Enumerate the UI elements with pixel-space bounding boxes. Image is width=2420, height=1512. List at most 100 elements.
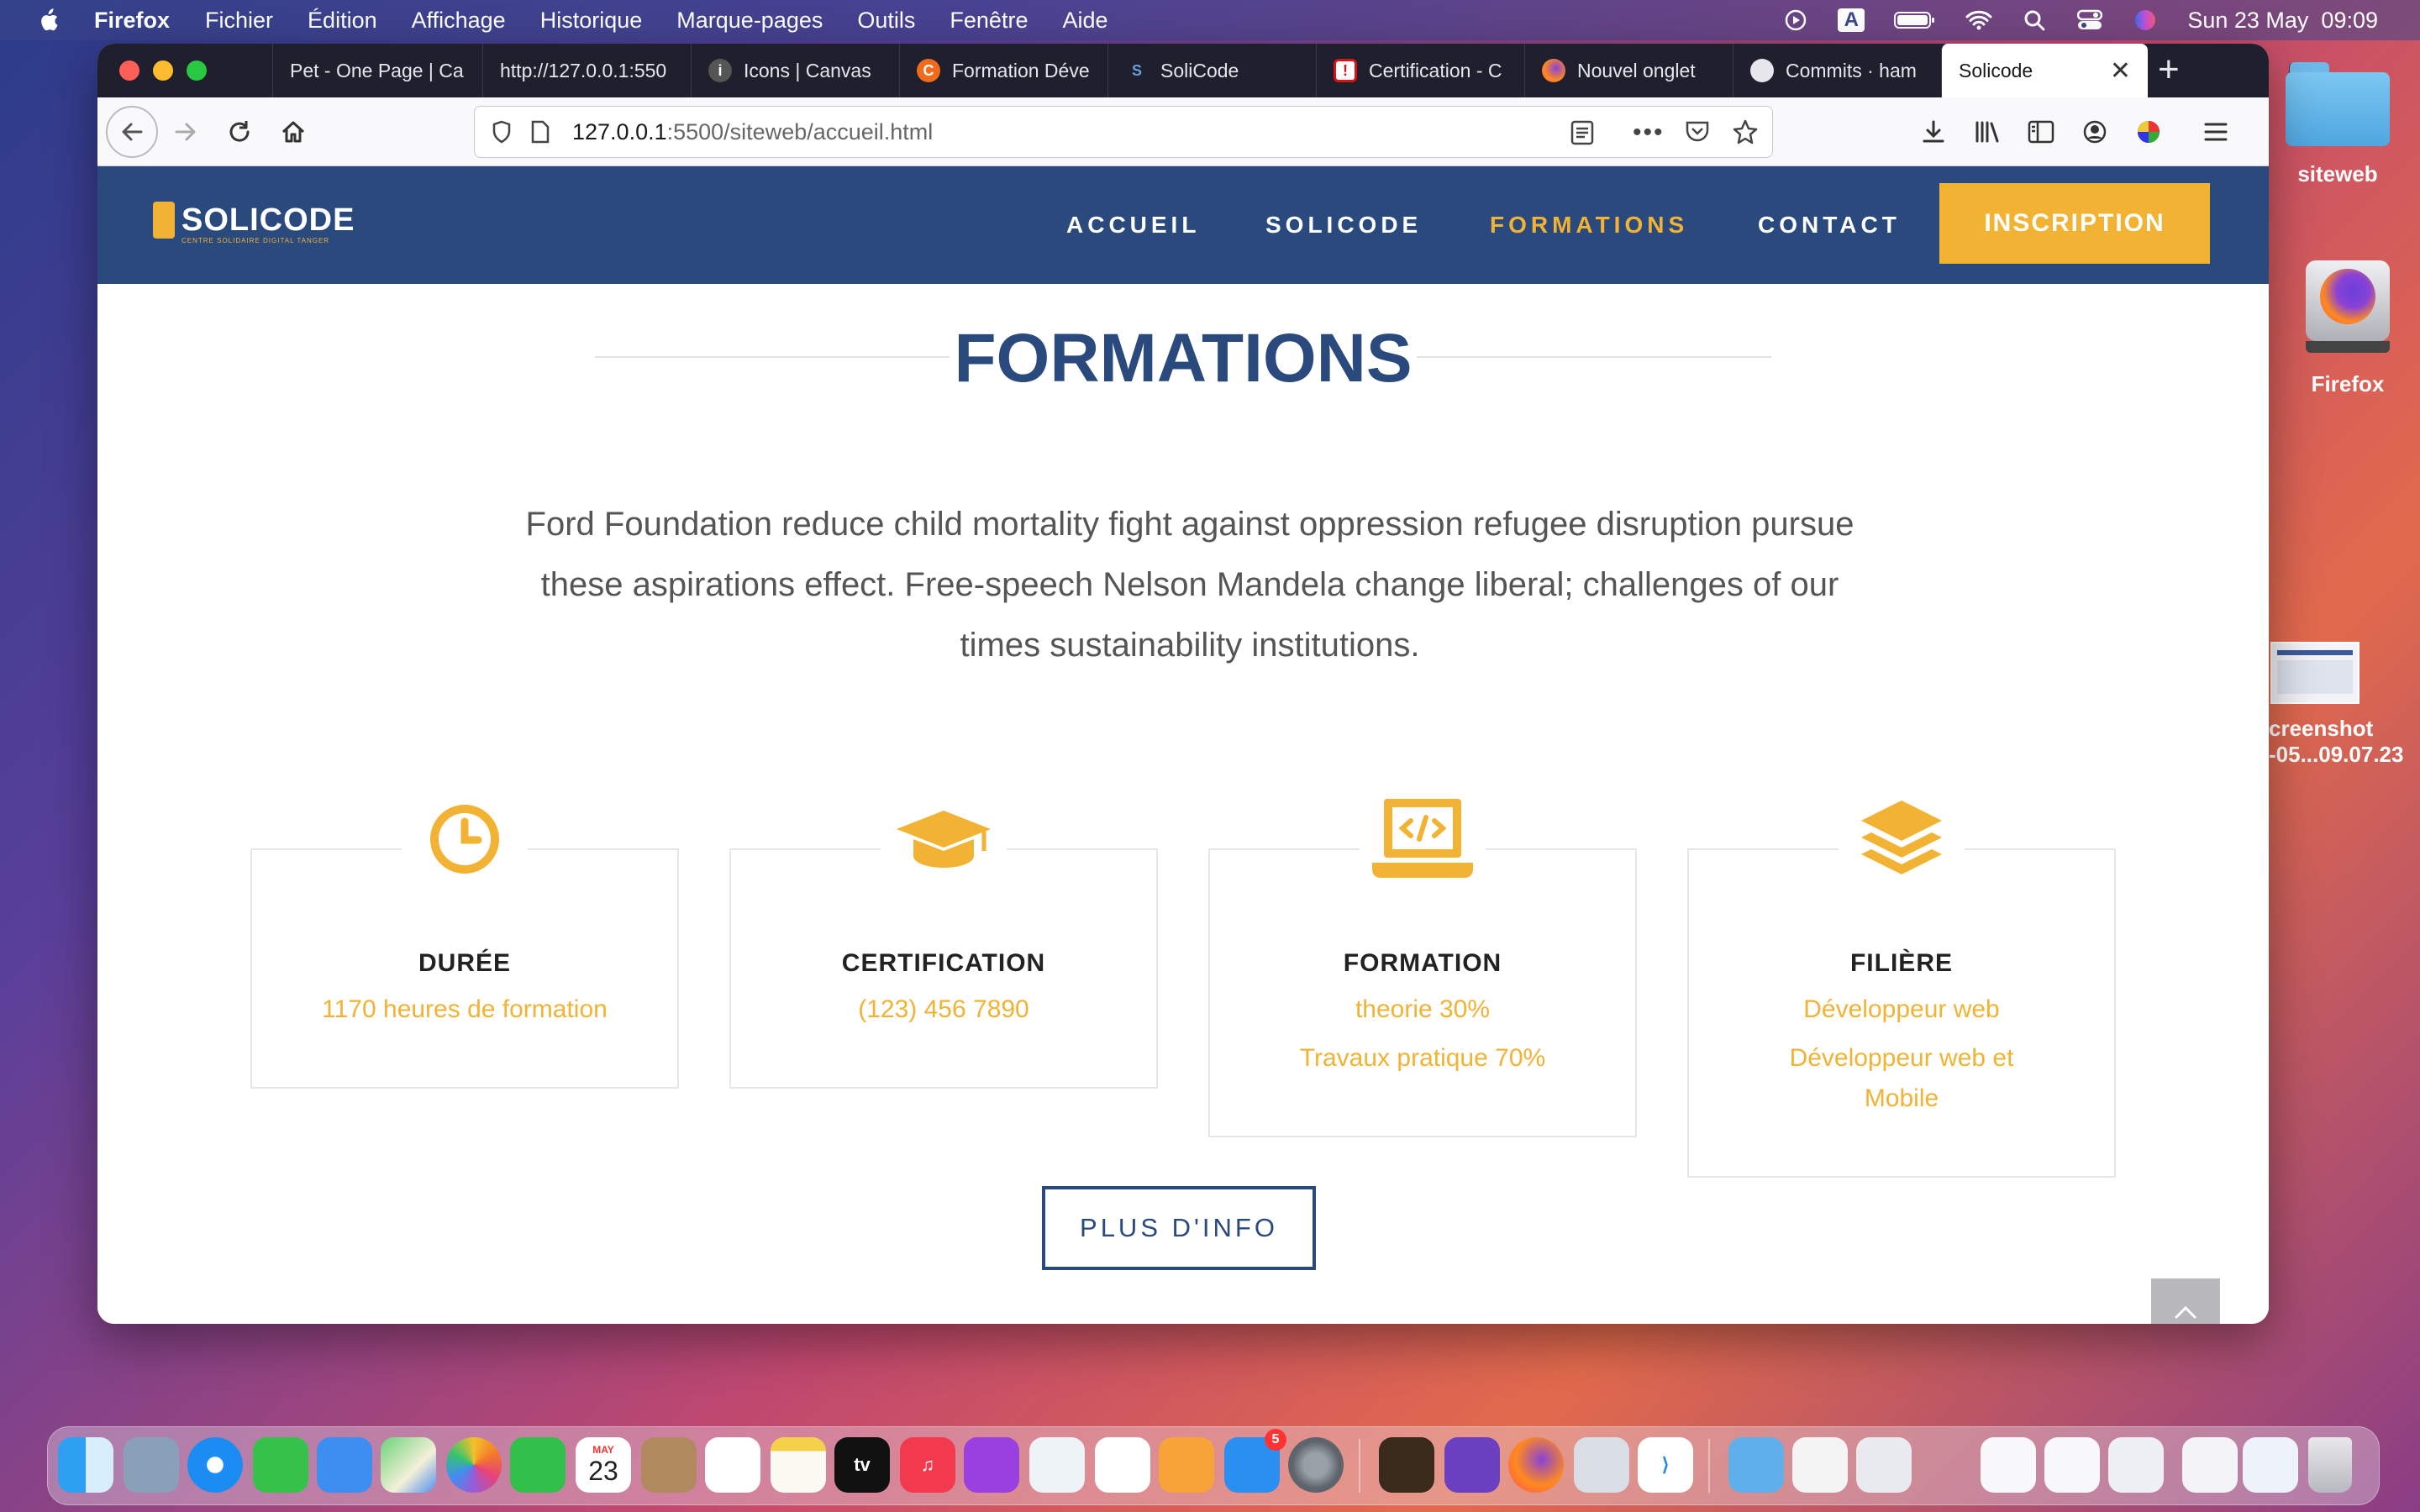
page-actions-icon[interactable]: ••• — [1633, 118, 1665, 147]
window-close-button[interactable] — [119, 60, 139, 81]
menu-fenetre[interactable]: Fenêtre — [950, 8, 1028, 34]
menu-aide[interactable]: Aide — [1062, 8, 1107, 34]
site-nav-formations[interactable]: FORMATIONS — [1490, 212, 1688, 239]
keynote-icon[interactable] — [1029, 1437, 1085, 1493]
menu-historique[interactable]: Historique — [540, 8, 643, 34]
forward-button[interactable] — [163, 109, 208, 155]
pages-icon[interactable] — [1159, 1437, 1214, 1493]
photos-icon[interactable] — [446, 1437, 502, 1493]
reader-view-icon[interactable] — [1570, 120, 1594, 151]
sidebar-toggle-icon[interactable] — [2018, 109, 2064, 155]
account-icon[interactable] — [2072, 109, 2118, 155]
home-button[interactable] — [271, 109, 316, 155]
browser-tab[interactable]: i Icons | Canvas — [691, 44, 899, 97]
bookmark-star-icon[interactable] — [1732, 118, 1759, 151]
input-source-icon[interactable]: A — [1838, 8, 1865, 32]
url-text[interactable]: 127.0.0.1:5500/siteweb/accueil.html — [572, 119, 933, 145]
reminders-icon[interactable] — [705, 1437, 760, 1493]
desktop-firefox-app[interactable]: Firefox — [2281, 260, 2415, 397]
safari-icon[interactable] — [187, 1437, 243, 1493]
menu-bar-clock[interactable]: Sun 23 May 09:09 — [2187, 8, 2378, 34]
github-desktop-icon[interactable] — [1444, 1437, 1500, 1493]
facetime-icon[interactable] — [510, 1437, 566, 1493]
menu-edition[interactable]: Édition — [308, 8, 377, 34]
new-tab-button[interactable]: + — [2158, 49, 2180, 91]
recent-window-icon[interactable] — [1856, 1437, 1912, 1493]
layers-icon — [1839, 793, 1965, 885]
garageband-icon[interactable] — [1379, 1437, 1434, 1493]
tab-close-icon[interactable]: ✕ — [2110, 56, 2131, 86]
apple-menu-icon[interactable] — [35, 7, 60, 34]
color-picker-extension-icon[interactable] — [2126, 109, 2171, 155]
wifi-icon[interactable] — [1965, 8, 1992, 32]
menu-outils[interactable]: Outils — [857, 8, 915, 34]
browser-tab[interactable]: S SoliCode — [1107, 44, 1316, 97]
vscode-icon[interactable]: ⟩ — [1638, 1437, 1693, 1493]
page-info-icon[interactable] — [529, 120, 552, 144]
pocket-icon[interactable] — [1685, 120, 1710, 150]
site-nav-accueil[interactable]: ACCUEIL — [1066, 212, 1200, 239]
folder-icon — [2286, 62, 2390, 146]
launchpad-icon[interactable] — [124, 1437, 179, 1493]
messages-icon[interactable] — [253, 1437, 308, 1493]
numbers-icon[interactable] — [1095, 1437, 1150, 1493]
app-store-icon[interactable]: 5 — [1224, 1429, 1286, 1493]
firefox-window: Pet - One Page | Ca http://127.0.0.1:550… — [97, 44, 2269, 1324]
back-button[interactable] — [106, 106, 158, 158]
contacts-icon[interactable] — [641, 1437, 697, 1493]
recent-window-icon[interactable] — [2182, 1437, 2238, 1493]
menu-affichage[interactable]: Affichage — [412, 8, 506, 34]
menu-marque-pages[interactable]: Marque-pages — [676, 8, 823, 34]
tracking-shield-icon[interactable] — [488, 120, 515, 144]
control-center-icon[interactable] — [2076, 8, 2103, 32]
url-bar[interactable]: 127.0.0.1:5500/siteweb/accueil.html ••• — [474, 106, 1773, 158]
plus-info-button[interactable]: PLUS D'INFO — [1042, 1186, 1316, 1270]
browser-tab[interactable]: C Formation Déve — [899, 44, 1107, 97]
desktop-screenshot-file[interactable]: creenshot -05...09.07.23 — [2269, 642, 2420, 768]
site-nav-contact[interactable]: CONTACT — [1758, 212, 1901, 239]
document-stack-icon[interactable] — [1792, 1437, 1848, 1493]
podcasts-icon[interactable] — [964, 1437, 1019, 1493]
section-title: FORMATIONS — [954, 320, 1413, 396]
recent-window-icon[interactable] — [2108, 1437, 2164, 1493]
window-minimize-button[interactable] — [153, 60, 173, 81]
recent-window-icon[interactable] — [2243, 1437, 2298, 1493]
tab-title: SoliCode — [1160, 59, 1239, 81]
firefox-dock-icon[interactable] — [1508, 1437, 1564, 1493]
back-to-top-button[interactable] — [2151, 1278, 2220, 1324]
battery-icon[interactable] — [1893, 8, 1937, 32]
inscription-button[interactable]: INSCRIPTION — [1939, 183, 2210, 264]
window-zoom-button[interactable] — [187, 60, 207, 81]
browser-tab-active[interactable]: Solicode ✕ — [1941, 44, 2148, 97]
maps-icon[interactable] — [381, 1437, 436, 1493]
reload-button[interactable] — [217, 109, 262, 155]
screenshot-app-icon[interactable] — [1574, 1437, 1629, 1493]
apple-tv-icon[interactable]: tv — [834, 1437, 890, 1493]
mail-icon[interactable] — [317, 1437, 372, 1493]
browser-tab[interactable]: Pet - One Page | Ca — [272, 44, 474, 97]
music-icon[interactable]: ♫ — [900, 1437, 955, 1493]
applications-folder-icon[interactable] — [1728, 1437, 1784, 1493]
siri-icon[interactable] — [2132, 8, 2159, 32]
recent-window-icon[interactable] — [1981, 1437, 2036, 1493]
browser-tab[interactable]: http://127.0.0.1:550 — [482, 44, 682, 97]
site-logo[interactable]: SOLICODE CENTRE SOLIDAIRE DIGITAL TANGER — [153, 202, 355, 244]
browser-tab[interactable]: Nouvel onglet — [1524, 44, 1733, 97]
spotlight-search-icon[interactable] — [2021, 8, 2048, 32]
menu-app-name[interactable]: Firefox — [94, 8, 170, 34]
calendar-icon[interactable]: MAY 23 — [576, 1437, 631, 1493]
browser-tab[interactable]: ! Certification - C — [1316, 44, 1524, 97]
library-icon[interactable] — [1965, 109, 2010, 155]
system-preferences-icon[interactable] — [1288, 1437, 1344, 1493]
downloads-icon[interactable] — [1911, 109, 1956, 155]
screen-record-icon[interactable] — [1782, 8, 1809, 32]
menu-fichier[interactable]: Fichier — [205, 8, 273, 34]
notes-icon[interactable] — [771, 1437, 826, 1493]
hamburger-menu-icon[interactable] — [2193, 109, 2238, 155]
finder-icon[interactable] — [58, 1437, 113, 1493]
site-nav-solicode[interactable]: SOLICODE — [1265, 212, 1422, 239]
browser-tab[interactable]: Commits · ham — [1733, 44, 1941, 97]
trash-icon[interactable] — [2308, 1437, 2352, 1493]
desktop-folder-siteweb[interactable]: siteweb — [2279, 62, 2396, 187]
recent-window-icon[interactable] — [2044, 1437, 2100, 1493]
